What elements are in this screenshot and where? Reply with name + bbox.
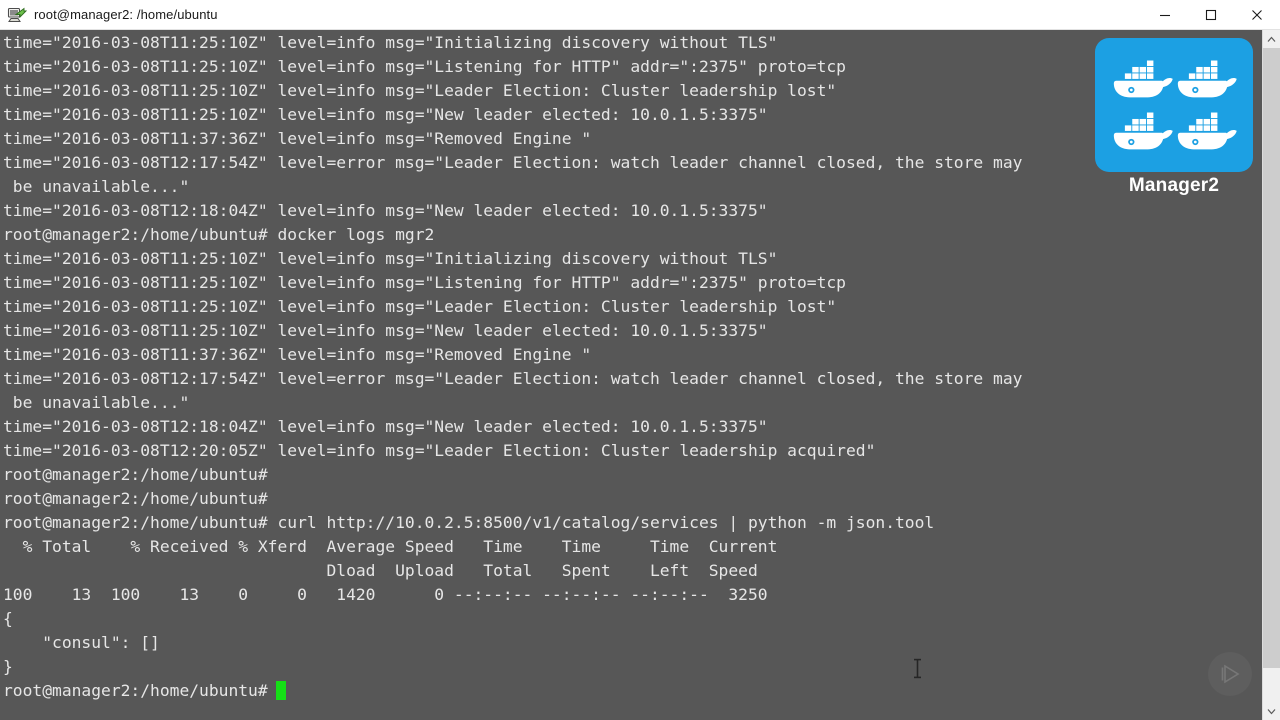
terminal-line: be unavailable..." [3,177,190,196]
minimize-button[interactable] [1142,0,1188,30]
terminal-line: time="2016-03-08T12:18:04Z" level=info m… [3,201,768,220]
terminal-line: time="2016-03-08T12:17:54Z" level=error … [3,153,1023,172]
terminal-line: time="2016-03-08T11:25:10Z" level=info m… [3,33,778,52]
play-button-icon [1208,652,1252,696]
terminal-line: time="2016-03-08T11:25:10Z" level=info m… [3,81,837,100]
prompt-text: root@manager2:/home/ubuntu# [3,681,268,700]
terminal-line: "consul": [] [3,633,160,652]
terminal-line: time="2016-03-08T11:25:10Z" level=info m… [3,297,837,316]
terminal-line: root@manager2:/home/ubuntu# docker logs … [3,225,435,244]
terminal-line: % Total % Received % Xferd Average Speed… [3,537,778,556]
terminal-line: root@manager2:/home/ubuntu# curl http://… [3,513,935,532]
terminal-line: { [3,609,13,628]
scroll-down-arrow-icon[interactable] [1263,702,1280,720]
window-title: root@manager2: /home/ubuntu [34,7,218,22]
terminal-line: time="2016-03-08T12:17:54Z" level=error … [3,369,1023,388]
terminal-output-area[interactable]: time="2016-03-08T11:25:10Z" level=info m… [0,30,1262,720]
terminal-scrollbar[interactable] [1262,30,1280,720]
terminal-line: } [3,657,13,676]
terminal-cursor [275,681,286,700]
putty-icon [7,5,28,25]
text-cursor-pointer [913,658,922,679]
maximize-button[interactable] [1188,0,1234,30]
terminal-line: time="2016-03-08T11:37:36Z" level=info m… [3,345,592,364]
terminal-line: time="2016-03-08T11:25:10Z" level=info m… [3,57,846,76]
terminal-line: time="2016-03-08T12:20:05Z" level=info m… [3,441,876,460]
terminal-window: root@manager2: /home/ubuntu time="2016-0… [0,0,1280,720]
scrollbar-thumb[interactable] [1263,48,1280,668]
scroll-up-arrow-icon[interactable] [1263,30,1280,48]
terminal-line: time="2016-03-08T11:37:36Z" level=info m… [3,129,592,148]
terminal-line: root@manager2:/home/ubuntu# [3,465,268,484]
window-controls [1142,0,1280,30]
terminal-line: time="2016-03-08T11:25:10Z" level=info m… [3,105,768,124]
terminal-line: be unavailable..." [3,393,190,412]
terminal-line: time="2016-03-08T11:25:10Z" level=info m… [3,273,846,292]
terminal-line: time="2016-03-08T12:18:04Z" level=info m… [3,417,768,436]
close-button[interactable] [1234,0,1280,30]
terminal-lines: time="2016-03-08T11:25:10Z" level=info m… [0,31,1262,703]
terminal-line: time="2016-03-08T11:25:10Z" level=info m… [3,321,768,340]
terminal-line: time="2016-03-08T11:25:10Z" level=info m… [3,249,778,268]
terminal-line: 100 13 100 13 0 0 1420 0 --:--:-- --:--:… [3,585,768,604]
terminal-line: Dload Upload Total Spent Left Speed [3,561,758,580]
scrollbar-track[interactable] [1263,48,1280,702]
terminal-line: root@manager2:/home/ubuntu# [3,489,268,508]
terminal-active-prompt[interactable]: root@manager2:/home/ubuntu# [0,679,1262,703]
window-titlebar: root@manager2: /home/ubuntu [0,0,1280,30]
